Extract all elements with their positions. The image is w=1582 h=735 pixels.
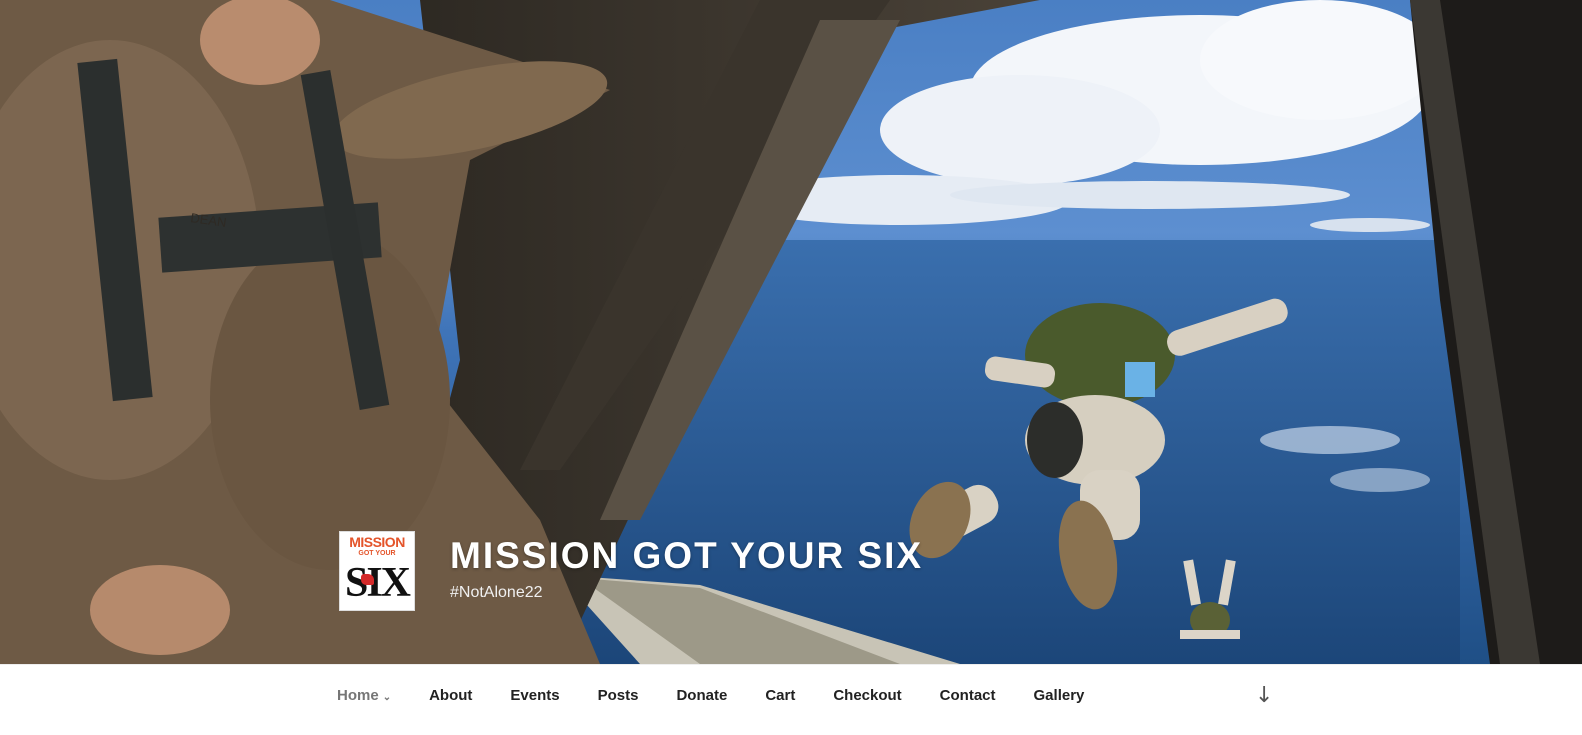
logo-line-3: SIX: [344, 560, 411, 606]
arrow-down-icon[interactable]: ↓: [1255, 683, 1273, 708]
chevron-down-icon[interactable]: ⌄: [383, 692, 391, 703]
nav-item-label: Home: [337, 687, 379, 704]
main-navigation: Home ⌄ About Events Posts Donate Cart Che…: [0, 664, 1582, 735]
nav-item-events[interactable]: Events: [510, 687, 559, 704]
logo-line-2: GOT YOUR: [358, 550, 396, 557]
site-text: MISSION GOT YOUR SIX #NotAlone22: [450, 534, 923, 602]
nav-menu: Home ⌄ About Events Posts Donate Cart Che…: [337, 687, 1122, 704]
site-description: #NotAlone22: [450, 584, 543, 601]
nav-item-posts[interactable]: Posts: [598, 687, 639, 704]
nav-item-contact[interactable]: Contact: [940, 687, 996, 704]
nav-item-checkout[interactable]: Checkout: [833, 687, 901, 704]
site-title[interactable]: MISSION GOT YOUR SIX: [450, 534, 923, 578]
site-branding: MISSION GOT YOUR SIX MISSION GOT YOUR SI…: [339, 531, 923, 611]
nav-item-donate[interactable]: Donate: [676, 687, 727, 704]
site-logo[interactable]: MISSION GOT YOUR SIX: [339, 531, 415, 611]
logo-map-mark: [361, 574, 374, 585]
nav-item-cart[interactable]: Cart: [765, 687, 795, 704]
nav-item-gallery[interactable]: Gallery: [1034, 687, 1085, 704]
logo-line-1: MISSION: [349, 534, 405, 550]
nav-item-home[interactable]: Home ⌄: [337, 687, 391, 704]
nav-item-about[interactable]: About: [429, 687, 472, 704]
